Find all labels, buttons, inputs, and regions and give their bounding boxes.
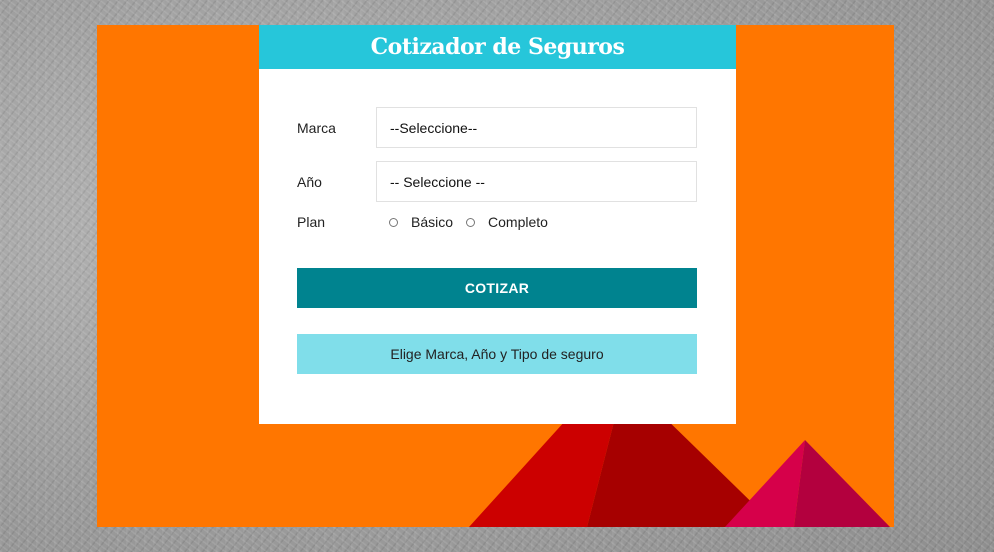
plan-complete-radio[interactable] [466, 217, 476, 227]
card-header: Cotizador de Seguros [259, 25, 736, 69]
small-mountain-left-face [725, 440, 805, 527]
plan-basic-label[interactable]: Básico [411, 214, 453, 230]
quote-card: Cotizador de Seguros Marca --Seleccione-… [259, 25, 736, 424]
plan-radio-group: Básico Completo [389, 214, 561, 230]
brand-label: Marca [297, 119, 336, 136]
year-select-value: -- Seleccione -- [390, 173, 485, 190]
year-select[interactable]: -- Seleccione -- [376, 161, 697, 202]
year-row: Año -- Seleccione -- [297, 161, 697, 202]
plan-label: Plan [297, 214, 326, 230]
background-stage: Cotizador de Seguros Marca --Seleccione-… [97, 25, 894, 527]
plan-row: Plan Básico Completo [297, 211, 697, 233]
year-label: Año [297, 173, 322, 190]
brand-select[interactable]: --Seleccione-- [376, 107, 697, 148]
plan-complete-label[interactable]: Completo [488, 214, 548, 230]
brand-row: Marca --Seleccione-- [297, 107, 697, 148]
quote-form: Marca --Seleccione-- Año -- Seleccione -… [297, 107, 697, 374]
status-message: Elige Marca, Año y Tipo de seguro [297, 334, 697, 374]
page-title: Cotizador de Seguros [370, 34, 625, 60]
small-mountain-right-face [794, 440, 890, 527]
brand-select-value: --Seleccione-- [390, 119, 478, 136]
plan-basic-radio[interactable] [389, 217, 398, 227]
cotizar-button[interactable]: COTIZAR [297, 268, 697, 308]
